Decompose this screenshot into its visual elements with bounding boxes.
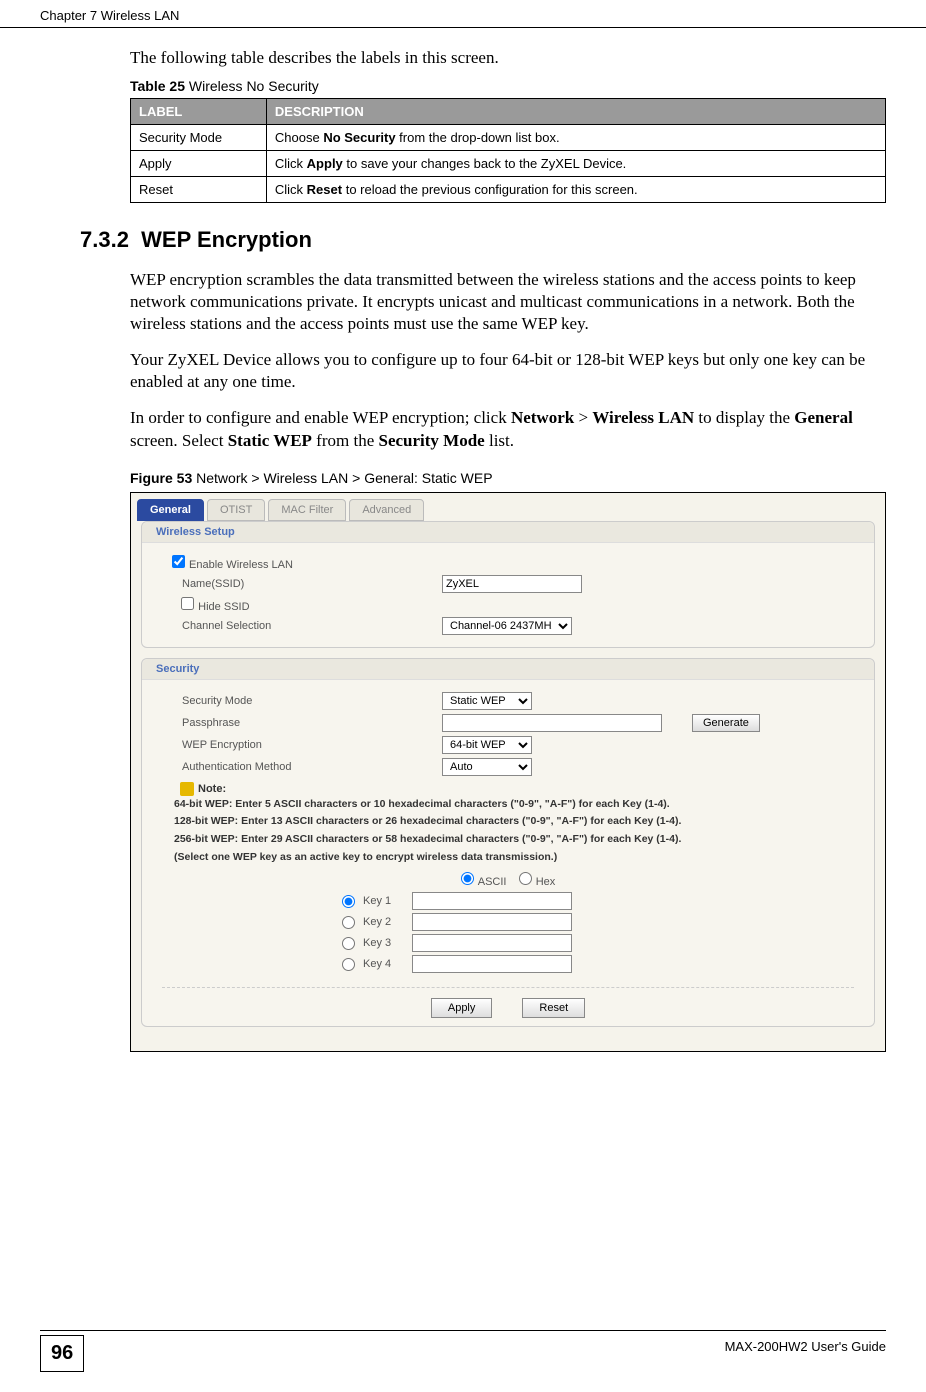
section-title: WEP Encryption	[141, 227, 312, 252]
note-header: Note:	[162, 782, 854, 796]
body-para-3: In order to configure and enable WEP enc…	[130, 407, 886, 451]
generate-button[interactable]: Generate	[692, 714, 760, 732]
hex-radio[interactable]	[519, 872, 532, 885]
key4-input[interactable]	[412, 955, 572, 973]
hide-ssid-label: Hide SSID	[198, 601, 249, 613]
key3-input[interactable]	[412, 934, 572, 952]
key-row-1: Key 1	[342, 892, 854, 910]
key3-radio[interactable]	[342, 937, 355, 950]
figure-caption-bold: Figure 53	[130, 470, 192, 486]
panel-title-security: Security	[142, 659, 874, 680]
tab-mac-filter[interactable]: MAC Filter	[268, 499, 346, 521]
wep-encryption-select[interactable]: 64-bit WEP	[442, 736, 532, 754]
reset-button[interactable]: Reset	[522, 998, 585, 1018]
channel-selection-label: Channel Selection	[162, 620, 442, 632]
hex-radio-label: Hex	[519, 876, 556, 888]
tab-general[interactable]: General	[137, 499, 204, 521]
chapter-label: Chapter 7 Wireless LAN	[40, 8, 179, 23]
ssid-name-label: Name(SSID)	[162, 578, 442, 590]
td-desc: Click Apply to save your changes back to…	[266, 151, 885, 177]
note-label: Note:	[198, 783, 226, 795]
note-icon	[180, 782, 194, 796]
key2-radio[interactable]	[342, 916, 355, 929]
page-footer: 96 MAX-200HW2 User's Guide	[40, 1330, 886, 1372]
hide-ssid-checkbox-row: Hide SSID	[162, 597, 442, 613]
key1-input[interactable]	[412, 892, 572, 910]
channel-selection-select[interactable]: Channel-06 2437MHz	[442, 617, 572, 635]
key2-input[interactable]	[412, 913, 572, 931]
security-mode-select[interactable]: Static WEP	[442, 692, 532, 710]
note-line-4: (Select one WEP key as an active key to …	[162, 849, 854, 867]
enable-wireless-checkbox-row: Enable Wireless LAN	[162, 555, 442, 571]
ascii-radio-label: ASCII	[461, 876, 507, 888]
key3-label: Key 3	[363, 937, 391, 949]
table-row: Reset Click Reset to reload the previous…	[131, 177, 886, 203]
td-desc: Choose No Security from the drop-down li…	[266, 125, 885, 151]
figure-caption-rest: Network > Wireless LAN > General: Static…	[192, 470, 492, 486]
intro-text: The following table describes the labels…	[130, 48, 886, 68]
apply-button[interactable]: Apply	[431, 998, 493, 1018]
key2-label: Key 2	[363, 916, 391, 928]
table-header-row: LABEL DESCRIPTION	[131, 99, 886, 125]
auth-method-label: Authentication Method	[162, 761, 442, 773]
table-row: Security Mode Choose No Security from th…	[131, 125, 886, 151]
key-row-2: Key 2	[342, 913, 854, 931]
th-label: LABEL	[131, 99, 267, 125]
figure-caption: Figure 53 Network > Wireless LAN > Gener…	[130, 470, 886, 486]
key1-radio[interactable]	[342, 895, 355, 908]
table-row: Apply Click Apply to save your changes b…	[131, 151, 886, 177]
page-header: Chapter 7 Wireless LAN	[0, 0, 926, 28]
passphrase-input[interactable]	[442, 714, 662, 732]
table-caption-rest: Wireless No Security	[185, 78, 319, 94]
table-wireless-no-security: LABEL DESCRIPTION Security Mode Choose N…	[130, 98, 886, 203]
page-number: 96	[40, 1335, 84, 1372]
passphrase-label: Passphrase	[162, 717, 442, 729]
tab-advanced[interactable]: Advanced	[349, 499, 424, 521]
auth-method-select[interactable]: Auto	[442, 758, 532, 776]
section-number: 7.3.2	[80, 227, 129, 252]
enable-wireless-checkbox[interactable]	[172, 555, 185, 568]
td-label: Apply	[131, 151, 267, 177]
td-label: Security Mode	[131, 125, 267, 151]
wep-keys-area: Key 1 Key 2 Key 3 Key 4	[162, 892, 854, 973]
key4-label: Key 4	[363, 958, 391, 970]
enable-wireless-label: Enable Wireless LAN	[189, 559, 293, 571]
note-line-1: 64-bit WEP: Enter 5 ASCII characters or …	[162, 796, 854, 814]
page-content: The following table describes the labels…	[0, 28, 926, 1052]
tab-bar: General OTIST MAC Filter Advanced	[131, 493, 885, 521]
table-caption-bold: Table 25	[130, 78, 185, 94]
table-caption: Table 25 Wireless No Security	[130, 78, 886, 94]
key-row-3: Key 3	[342, 934, 854, 952]
footer-guide-title: MAX-200HW2 User's Guide	[725, 1335, 886, 1354]
section-heading: 7.3.2 WEP Encryption	[80, 227, 886, 253]
wep-encryption-label: WEP Encryption	[162, 739, 442, 751]
ssid-name-input[interactable]	[442, 575, 582, 593]
ascii-radio[interactable]	[461, 872, 474, 885]
td-label: Reset	[131, 177, 267, 203]
body-para-2: Your ZyXEL Device allows you to configur…	[130, 349, 886, 393]
panel-security: Security Security Mode Static WEP Passph…	[141, 658, 875, 1028]
screenshot-static-wep: General OTIST MAC Filter Advanced Wirele…	[130, 492, 886, 1052]
key-row-4: Key 4	[342, 955, 854, 973]
key-format-radios: ASCII Hex	[162, 872, 854, 888]
key4-radio[interactable]	[342, 958, 355, 971]
panel-wireless-setup: Wireless Setup Enable Wireless LAN Name(…	[141, 521, 875, 648]
td-desc: Click Reset to reload the previous confi…	[266, 177, 885, 203]
note-line-2: 128-bit WEP: Enter 13 ASCII characters o…	[162, 813, 854, 831]
hide-ssid-checkbox[interactable]	[181, 597, 194, 610]
tab-otist[interactable]: OTIST	[207, 499, 265, 521]
action-button-row: Apply Reset	[162, 987, 854, 1018]
security-mode-label: Security Mode	[162, 695, 442, 707]
body-para-1: WEP encryption scrambles the data transm…	[130, 269, 886, 335]
panel-title-wireless-setup: Wireless Setup	[142, 522, 874, 543]
th-description: DESCRIPTION	[266, 99, 885, 125]
note-line-3: 256-bit WEP: Enter 29 ASCII characters o…	[162, 831, 854, 849]
key1-label: Key 1	[363, 895, 391, 907]
